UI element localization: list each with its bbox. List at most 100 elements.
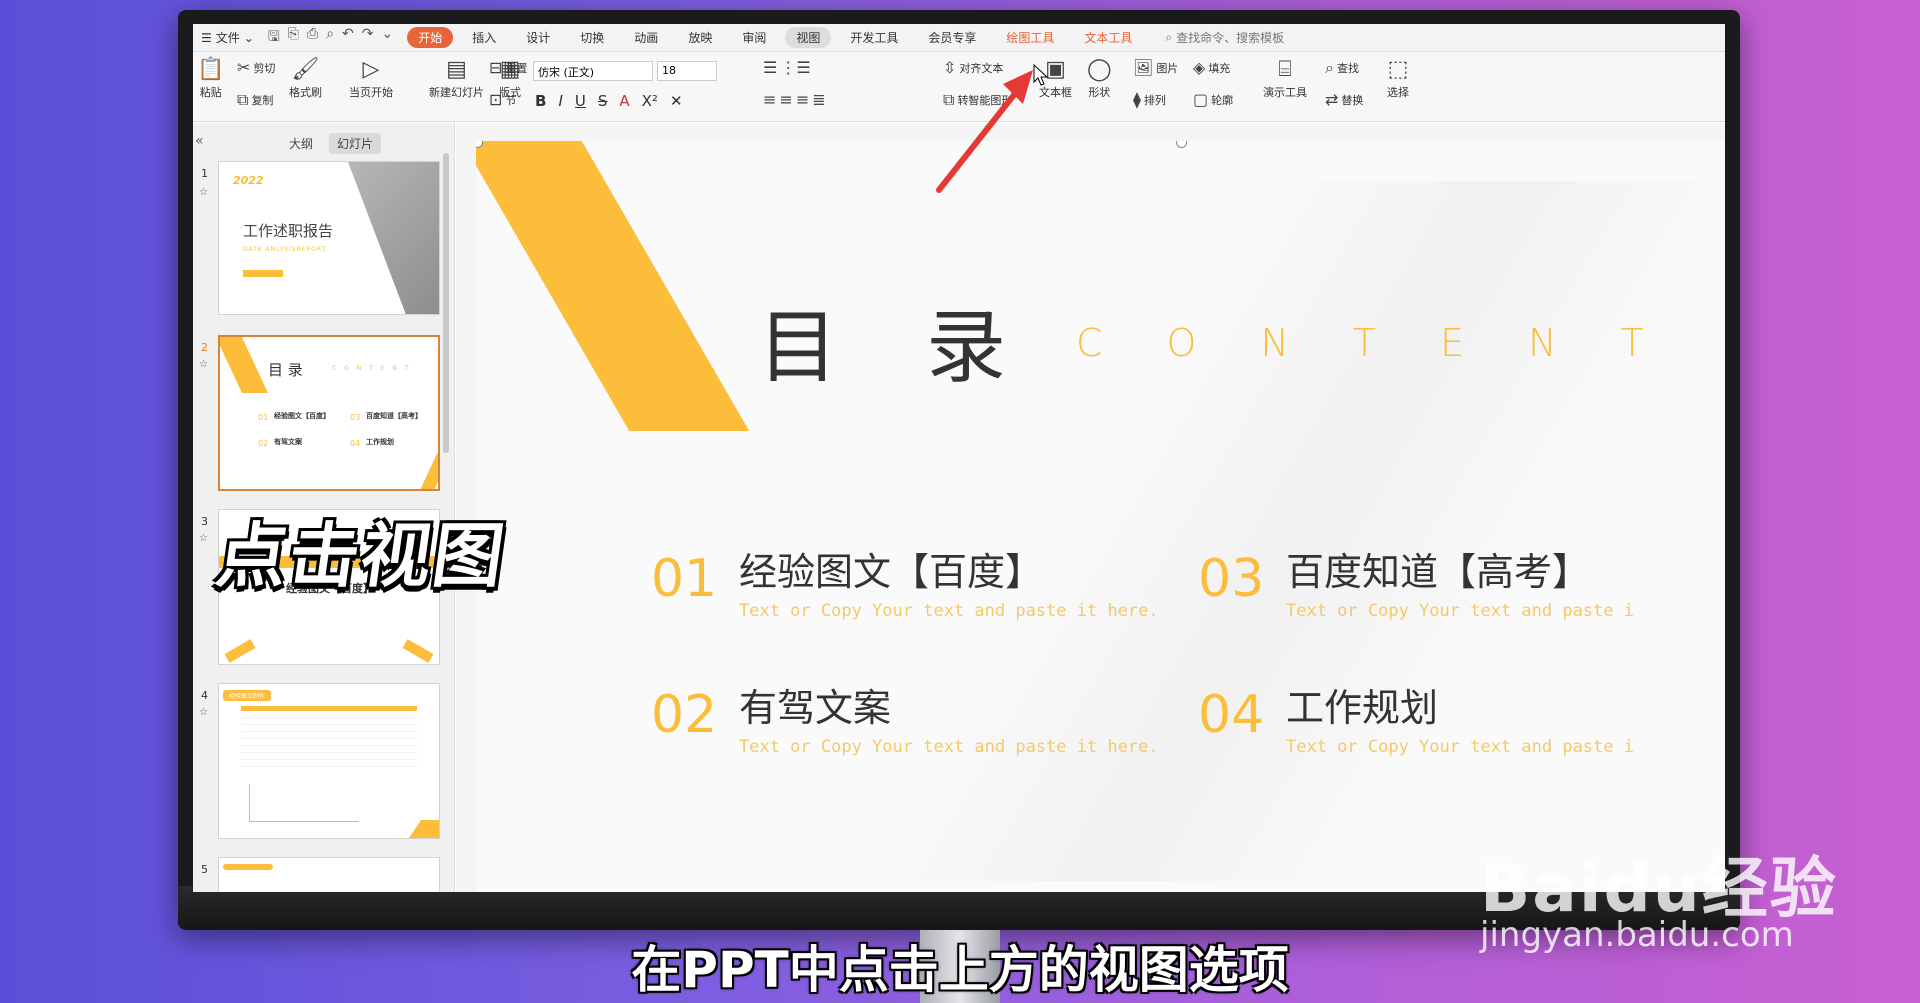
align-center-icon: ≡ — [779, 90, 793, 109]
font-size-select[interactable]: 18 — [657, 61, 717, 81]
thumb-accent-bar — [243, 270, 283, 277]
select-button[interactable]: ⬚ 选择 — [1387, 56, 1409, 100]
italic-icon[interactable]: I — [558, 92, 562, 110]
toc-title: 百度知道【高考】 — [1286, 550, 1591, 594]
tab-design[interactable]: 设计 — [515, 27, 561, 48]
export-icon[interactable]: ⎘ — [288, 26, 299, 50]
picture-button[interactable]: 🖼 图片 — [1133, 60, 1178, 76]
chevron-down-icon: ⌄ — [243, 30, 254, 45]
fill-button[interactable]: ◈ 填充 — [1193, 60, 1230, 76]
thumb-subtitle: DATA ANLYSISREPORT — [243, 246, 327, 253]
tab-view[interactable]: 视图 — [785, 27, 832, 48]
tab-developer[interactable]: 开发工具 — [839, 27, 909, 48]
new-slide-button[interactable]: ▤ 新建幻灯片 — [429, 56, 484, 100]
textbox-label: 文本框 — [1039, 86, 1072, 99]
command-search[interactable]: ⌕ 查找命令、搜索模板 — [1165, 29, 1284, 46]
animation-star-icon: ☆ — [199, 533, 208, 544]
thumb-item: 经验图文【百度】 — [274, 412, 330, 420]
format-painter-button[interactable]: 🖌 格式刷 — [289, 56, 322, 100]
new-slide-icon: ▤ — [446, 57, 467, 82]
tab-review[interactable]: 审阅 — [731, 27, 777, 48]
slide-number: 4 — [201, 689, 208, 702]
tab-slides[interactable]: 幻灯片 — [329, 133, 382, 154]
slide-title[interactable]: 目录 — [758, 283, 1094, 399]
tab-start[interactable]: 开始 — [407, 27, 454, 48]
font-color-icon[interactable]: A — [619, 92, 629, 110]
section-icon: ⊡ — [489, 90, 503, 109]
find-button[interactable]: ⌕ 查找 — [1325, 60, 1359, 76]
section-button[interactable]: ⊡ 节 — [489, 92, 516, 108]
slide-content-word[interactable]: CONTENT — [1076, 321, 1708, 365]
reset-button[interactable]: ⊟ 重置 — [489, 60, 527, 76]
tab-drawing-tools[interactable]: 绘图工具 — [995, 27, 1065, 48]
preview-icon[interactable]: ⌕ — [326, 26, 334, 50]
thumb-num: 01 — [258, 413, 269, 422]
tab-insert[interactable]: 插入 — [461, 27, 507, 48]
tab-animation[interactable]: 动画 — [623, 27, 669, 48]
outline-button[interactable]: ▢ 轮廓 — [1193, 92, 1233, 108]
arrange-label: 排列 — [1143, 94, 1166, 107]
slide-thumbnail-5[interactable] — [218, 857, 440, 892]
strikethrough-icon[interactable]: S — [598, 92, 608, 110]
tab-slideshow[interactable]: 放映 — [677, 27, 723, 48]
shape-button[interactable]: ◯ 形状 — [1087, 56, 1112, 100]
undo-icon[interactable]: ↶ — [342, 26, 354, 50]
slide-number: 5 — [201, 863, 208, 876]
font-name-select[interactable]: 仿宋 (正文) — [533, 61, 653, 81]
thumb-yellow-corner — [224, 639, 256, 663]
slide-thumbnail-1[interactable]: 2022 工作述职报告 DATA ANLYSISREPORT — [218, 161, 440, 315]
tab-text-tools[interactable]: 文本工具 — [1073, 27, 1143, 48]
slide-thumbnail-2[interactable]: 目 录 C O N T E N T 01 经验图文【百度】 03 百度知道【高考… — [218, 335, 440, 491]
thumbnail-scrollbar[interactable] — [443, 153, 449, 453]
superscript-icon[interactable]: X² — [642, 92, 658, 110]
toc-subtitle: Text or Copy Your text and paste i — [1286, 601, 1634, 621]
tab-transition[interactable]: 切换 — [569, 27, 615, 48]
cut-button[interactable]: ✂ 剪切 — [237, 60, 275, 76]
cut-label: 剪切 — [253, 62, 276, 75]
mouse-cursor-icon — [1033, 64, 1049, 86]
reset-icon: ⊟ — [489, 58, 503, 77]
toc-subtitle: Text or Copy Your text and paste it here… — [739, 601, 1159, 621]
more-icon[interactable]: ⌄ — [382, 26, 394, 50]
collapse-panel-icon[interactable]: « — [195, 133, 204, 149]
file-menu[interactable]: ☰ 文件 ⌄ — [201, 29, 254, 46]
from-current-slide-button[interactable]: ▷ 当页开始 — [349, 56, 393, 100]
thumb-line-chart — [249, 784, 359, 822]
select-label: 选择 — [1387, 86, 1409, 99]
bold-icon[interactable]: B — [535, 92, 546, 110]
clear-format-icon[interactable]: ✕ — [670, 92, 683, 110]
fill-icon: ◈ — [1193, 58, 1206, 77]
align-right-icon: ≡ — [795, 90, 810, 109]
present-tools-button[interactable]: ⌸ 演示工具 — [1263, 56, 1307, 100]
slide-number: 2 — [201, 341, 208, 354]
paste-button[interactable]: 📋 粘贴 — [197, 56, 224, 100]
menu-bar: ☰ 文件 ⌄ 🖫 ⎘ ⎙ ⌕ ↶ ↷ ⌄ 开始 插入 设计 切换 动画 放映 审… — [193, 24, 1725, 52]
underline-icon[interactable]: U — [575, 92, 586, 110]
print-icon[interactable]: ⎙ — [307, 26, 318, 50]
replace-button[interactable]: ⇄ 替换 — [1325, 92, 1363, 108]
save-icon[interactable]: 🖫 — [268, 26, 280, 50]
outline-icon: ▢ — [1193, 90, 1209, 109]
paragraph-align-group[interactable]: ≡ ≡ ≡ ≣ — [763, 92, 826, 108]
bullets-button[interactable]: ☰ ⋮☰ — [763, 60, 811, 76]
numbering-icon: ⋮☰ — [780, 58, 811, 77]
thumb-num: 03 — [350, 413, 361, 422]
tab-outline[interactable]: 大纲 — [281, 133, 321, 154]
step-label: 点击视图 — [211, 515, 511, 597]
current-slide[interactable]: 目录 CONTENT 01 经验图文【百度】 Text or Copy Your… — [476, 141, 1725, 892]
redo-icon[interactable]: ↷ — [362, 26, 374, 50]
arrange-button[interactable]: ⧫ 排列 — [1133, 92, 1166, 108]
outline-label: 轮廓 — [1211, 94, 1234, 107]
justify-icon: ≣ — [812, 90, 826, 109]
toc-number: 03 — [1198, 549, 1265, 609]
copy-button[interactable]: ⧉ 复制 — [237, 92, 273, 108]
tab-member[interactable]: 会员专享 — [917, 27, 987, 48]
thumb-yellow-band — [220, 337, 268, 393]
thumb-yellow-corner — [402, 639, 434, 663]
replace-icon: ⇄ — [1325, 90, 1339, 109]
resize-handle[interactable] — [1176, 141, 1187, 148]
clipboard-icon: 📋 — [197, 57, 225, 82]
select-icon: ⬚ — [1387, 57, 1409, 82]
replace-label: 替换 — [1341, 94, 1364, 107]
slide-thumbnail-4[interactable]: 经验图文制作 — [218, 683, 440, 839]
